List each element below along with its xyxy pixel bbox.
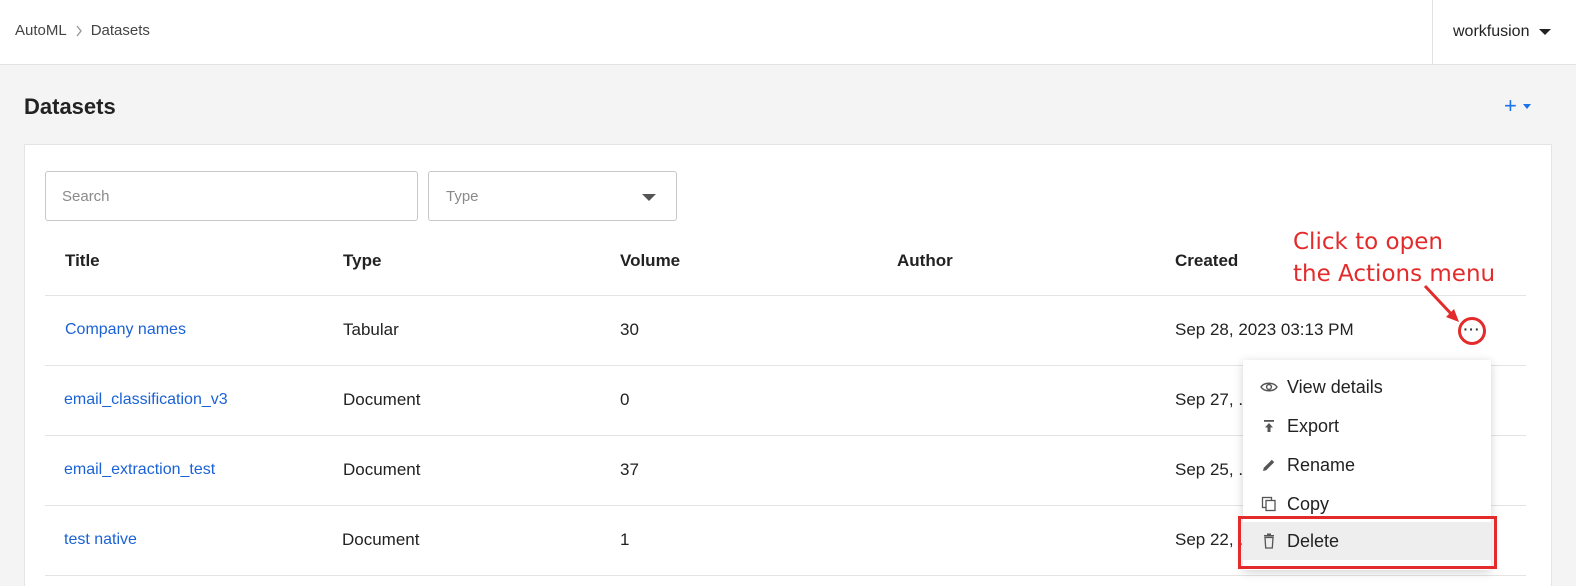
dataset-type: Document — [342, 530, 420, 549]
dataset-created: Sep 28, 2023 03:13 PM — [1175, 320, 1354, 339]
menu-item-copy[interactable]: Copy — [1243, 485, 1491, 523]
menu-item-view-details[interactable]: View details — [1243, 368, 1491, 406]
menu-item-label: Export — [1287, 415, 1340, 436]
dataset-title-link[interactable]: email_classification_v3 — [64, 391, 228, 409]
dataset-type: Document — [343, 390, 421, 409]
type-select-placeholder: Type — [446, 187, 479, 205]
dataset-title-link[interactable]: email_extraction_test — [64, 461, 215, 479]
menu-item-label: Delete — [1287, 530, 1340, 551]
table-divider — [45, 295, 1526, 296]
type-select[interactable]: Type — [428, 171, 677, 221]
dataset-created: Sep 27, . — [1175, 390, 1244, 409]
dataset-created: Sep 22, . — [1175, 530, 1244, 549]
annotation-arrow-icon — [1423, 284, 1459, 322]
add-dataset-button[interactable]: + — [1504, 92, 1544, 120]
menu-item-rename[interactable]: Rename — [1243, 446, 1491, 484]
breadcrumb-datasets: Datasets — [90, 22, 150, 39]
menu-item-export[interactable]: Export — [1243, 407, 1491, 445]
trash-icon — [1260, 532, 1278, 550]
dataset-volume: 0 — [620, 390, 630, 409]
column-header-title[interactable]: Title — [65, 251, 100, 271]
user-name: workfusion — [1453, 23, 1530, 40]
breadcrumb-automl[interactable]: AutoML — [15, 22, 67, 39]
eye-icon — [1260, 378, 1278, 396]
menu-item-delete[interactable]: Delete — [1243, 522, 1491, 560]
dataset-volume: 1 — [620, 530, 630, 549]
dataset-volume: 37 — [620, 460, 639, 479]
column-header-author[interactable]: Author — [897, 251, 953, 271]
more-horizontal-icon: ··· — [1463, 321, 1481, 337]
breadcrumb: AutoML Datasets — [15, 22, 150, 39]
column-header-volume[interactable]: Volume — [620, 251, 680, 271]
export-icon — [1260, 417, 1278, 435]
dataset-created: Sep 25, . — [1175, 460, 1244, 479]
caret-down-icon — [1522, 103, 1531, 109]
dataset-title-link[interactable]: Company names — [65, 321, 186, 339]
menu-item-label: Rename — [1287, 454, 1356, 475]
dataset-type: Tabular — [343, 320, 399, 339]
annotation-callout: Click to open the Actions menu — [1293, 226, 1495, 290]
dataset-type: Document — [343, 460, 421, 479]
column-header-type[interactable]: Type — [343, 251, 381, 271]
dataset-volume: 30 — [620, 320, 639, 339]
plus-icon: + — [1504, 93, 1517, 118]
menu-item-label: View details — [1287, 376, 1383, 397]
caret-down-icon — [1539, 29, 1552, 35]
caret-down-icon — [642, 194, 656, 201]
copy-icon — [1260, 495, 1278, 513]
page-title: Datasets — [24, 94, 116, 119]
search-input[interactable] — [45, 171, 418, 221]
top-bar: AutoML Datasets workfusion — [0, 0, 1576, 65]
user-menu[interactable]: workfusion — [1432, 0, 1576, 64]
pencil-icon — [1260, 456, 1278, 474]
chevron-right-icon — [75, 25, 83, 37]
column-header-created[interactable]: Created — [1175, 251, 1238, 271]
actions-menu: View details Export Rename Copy Delete — [1243, 360, 1491, 570]
actions-menu-button[interactable]: ··· — [1458, 317, 1486, 345]
table-divider — [45, 575, 1526, 576]
dataset-title-link[interactable]: test native — [64, 531, 137, 549]
annotation-line-1: Click to open — [1293, 229, 1443, 255]
menu-item-label: Copy — [1287, 493, 1330, 514]
annotation-line-2: the Actions menu — [1293, 261, 1496, 287]
